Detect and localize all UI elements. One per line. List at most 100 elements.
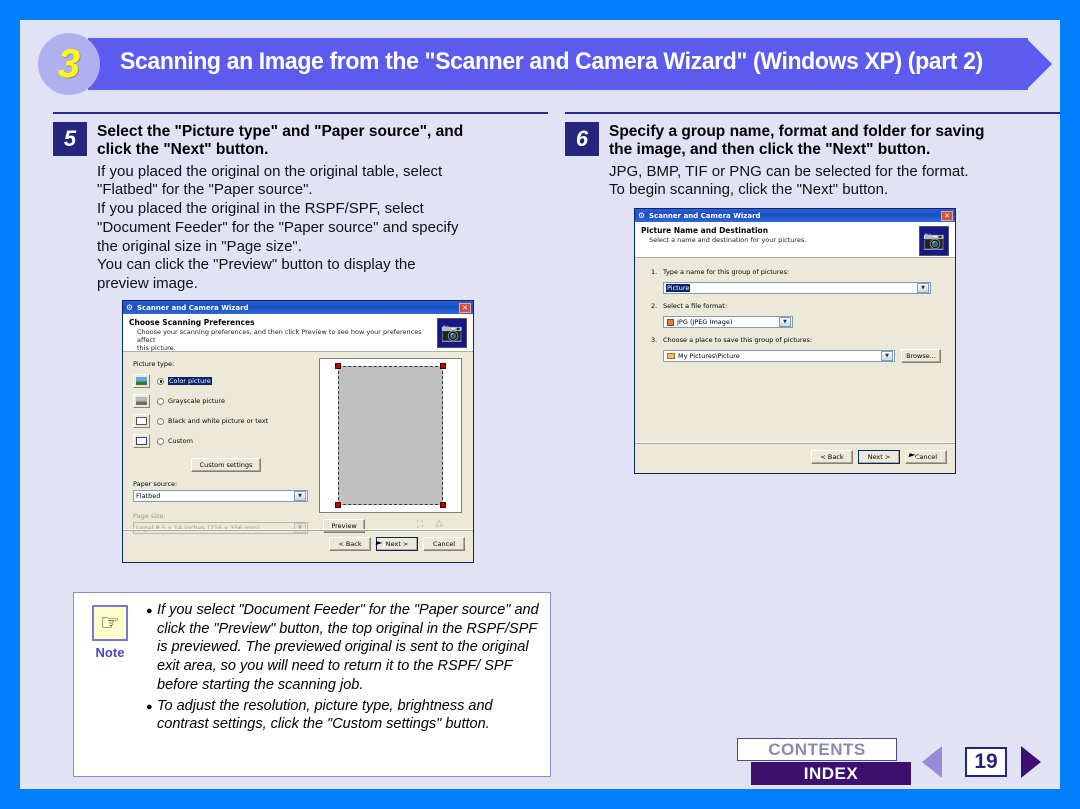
back-button-2[interactable]: < Back — [811, 449, 853, 464]
save-location-value: My Pictures\Picture — [678, 352, 740, 360]
paper-source-select[interactable]: Flatbed ▼ — [133, 490, 308, 502]
next-button-label: Next > — [385, 539, 409, 548]
page-canvas: 3 Scanning an Image from the "Scanner an… — [20, 20, 1060, 789]
step-6-body-line-1: JPG, BMP, TIF or PNG can be selected for… — [609, 162, 969, 180]
section-number: 3 — [57, 41, 81, 86]
custom-picture-icon — [133, 434, 150, 448]
file-format-select[interactable]: JPG (JPEG Image) ▼ — [663, 316, 793, 328]
close-icon-2[interactable]: ✕ — [941, 210, 953, 221]
field1-label: Type a name for this group of pictures: — [663, 268, 790, 276]
selection-handle-bottom-left[interactable] — [335, 502, 341, 508]
cancel-button[interactable]: Cancel — [423, 536, 465, 551]
preview-pane[interactable] — [319, 358, 462, 513]
dialog1-footer: < Back Next > Cancel — [123, 529, 473, 557]
triangle-right-icon[interactable] — [1021, 746, 1041, 778]
bw-picture-icon — [133, 414, 150, 428]
field2-number: 2. — [651, 302, 658, 310]
radio-label-custom: Custom — [168, 437, 193, 445]
next-button-2[interactable]: Next > — [858, 449, 900, 464]
step-6-body: JPG, BMP, TIF or PNG can be selected for… — [609, 163, 1060, 201]
step-6-body-line-2: To begin scanning, click the "Next" butt… — [609, 181, 889, 199]
step-6-badge: 6 — [565, 122, 599, 156]
back-button[interactable]: < Back — [329, 536, 371, 551]
divider-right — [565, 112, 1060, 114]
radio-row-bw-picture[interactable]: Black and white picture or text — [133, 414, 308, 428]
column-right: 6 Specify a group name, format and folde… — [565, 112, 1060, 200]
scanner-icon-2: ⚙ — [637, 210, 646, 220]
index-button[interactable]: INDEX — [751, 762, 911, 785]
scanner-wizard-destination-dialog[interactable]: ⚙ Scanner and Camera Wizard ✕ Picture Na… — [634, 208, 956, 474]
triangle-left-icon[interactable] — [922, 746, 942, 778]
dialog2-footer: < Back Next > Cancel — [635, 442, 955, 470]
bullet-icon: ● — [146, 700, 153, 713]
dialog1-titlebar[interactable]: ⚙ Scanner and Camera Wizard ✕ — [123, 301, 473, 314]
dialog2-banner-line1: Select a name and destination for your p… — [649, 236, 807, 244]
radio-row-color-picture[interactable]: Color picture — [133, 374, 308, 388]
step-5-body-line-2: "Flatbed" for the "Paper source". — [97, 181, 313, 199]
next-button-2-label: Next > — [867, 452, 891, 461]
page-number: 19 — [965, 747, 1007, 777]
radio-custom[interactable] — [157, 437, 164, 445]
radio-grayscale-picture[interactable] — [157, 397, 164, 405]
note-item: ● If you select "Document Feeder" for th… — [146, 601, 540, 695]
chevron-down-icon-location[interactable]: ▼ — [881, 351, 893, 361]
step-6-title-line2: the image, and then click the "Next" but… — [609, 140, 931, 158]
dialog2-body: 1. Type a name for this group of picture… — [635, 258, 955, 470]
file-format-value: JPG (JPEG Image) — [677, 318, 733, 326]
dialog1-banner-heading: Choose Scanning Preferences — [129, 318, 255, 327]
page-size-label: Page size: — [133, 512, 166, 520]
contents-button[interactable]: CONTENTS — [737, 738, 897, 761]
radio-label-bw-picture: Black and white picture or text — [168, 417, 269, 425]
step-5-body-line-4: "Document Feeder" for the "Paper source"… — [97, 218, 459, 236]
dialog2-title: Scanner and Camera Wizard — [649, 211, 761, 220]
radio-row-custom[interactable]: Custom — [133, 434, 308, 448]
dialog1-body: Picture type: Color picture Grayscale pi… — [123, 352, 473, 557]
selection-handle-top-right[interactable] — [440, 363, 446, 369]
bullet-icon: ● — [146, 605, 153, 617]
page-title: Scanning an Image from the "Scanner and … — [120, 48, 983, 75]
note-item: ● To adjust the resolution, picture type… — [146, 697, 540, 734]
field2-labelrow: 2. Select a file format: — [651, 302, 727, 310]
note-body: ● If you select "Document Feeder" for th… — [146, 593, 550, 776]
browse-button[interactable]: Browse... — [901, 349, 941, 363]
step-5-body-line-6: You can click the "Preview" button to di… — [97, 256, 416, 274]
scanner-wizard-preferences-dialog[interactable]: ⚙ Scanner and Camera Wizard ✕ Choose Sca… — [122, 300, 474, 563]
step-5-title: Select the "Picture type" and "Paper sou… — [97, 122, 463, 159]
paper-source-value: Flatbed — [136, 492, 161, 500]
chevron-down-icon-format[interactable]: ▼ — [779, 317, 791, 327]
camera-scanner-icon-2: 📷 — [919, 226, 949, 256]
selection-handle-top-left[interactable] — [335, 363, 341, 369]
step-5-body-line-5: the original size in "Page size". — [97, 237, 302, 255]
chevron-down-icon-groupname[interactable]: ▼ — [917, 283, 929, 293]
dialog1-title: Scanner and Camera Wizard — [137, 303, 249, 312]
field1-labelrow: 1. Type a name for this group of picture… — [651, 268, 789, 276]
radio-color-picture[interactable] — [157, 377, 164, 385]
radio-row-grayscale-picture[interactable]: Grayscale picture — [133, 394, 308, 408]
custom-settings-button[interactable]: Custom settings — [191, 458, 261, 472]
selection-handle-bottom-right[interactable] — [440, 502, 446, 508]
preview-selection-area[interactable] — [338, 366, 443, 505]
chevron-down-icon[interactable]: ▼ — [294, 491, 306, 501]
step-5-badge: 5 — [53, 122, 87, 156]
note-label: Note — [95, 645, 125, 660]
dialog2-banner: Picture Name and Destination Select a na… — [635, 222, 955, 258]
scanner-icon: ⚙ — [125, 302, 134, 312]
camera-scanner-icon: 📷 — [437, 318, 467, 348]
dialog2-titlebar[interactable]: ⚙ Scanner and Camera Wizard ✕ — [635, 209, 955, 222]
step-6-title: Specify a group name, format and folder … — [609, 122, 985, 159]
field3-number: 3. — [651, 336, 658, 344]
dialog1-banner-line1: Choose your scanning preferences, and th… — [137, 328, 422, 345]
field1-number: 1. — [651, 268, 658, 276]
radio-label-color-picture: Color picture — [168, 377, 212, 385]
column-left: 5 Select the "Picture type" and "Paper s… — [53, 112, 548, 294]
step-5-title-line2: click the "Next" button. — [97, 140, 269, 158]
jpg-file-icon — [667, 318, 674, 326]
save-location-select[interactable]: My Pictures\Picture ▼ — [663, 350, 895, 362]
step-6-header: 6 Specify a group name, format and folde… — [565, 122, 1060, 159]
paper-source-label: Paper source: — [133, 480, 178, 488]
grayscale-picture-icon — [133, 394, 150, 408]
dialog1-banner-text: Choose Scanning Preferences Choose your … — [129, 318, 437, 352]
group-name-input[interactable]: Picture ▼ — [663, 282, 931, 294]
close-icon[interactable]: ✕ — [459, 302, 471, 313]
radio-bw-picture[interactable] — [157, 417, 164, 425]
